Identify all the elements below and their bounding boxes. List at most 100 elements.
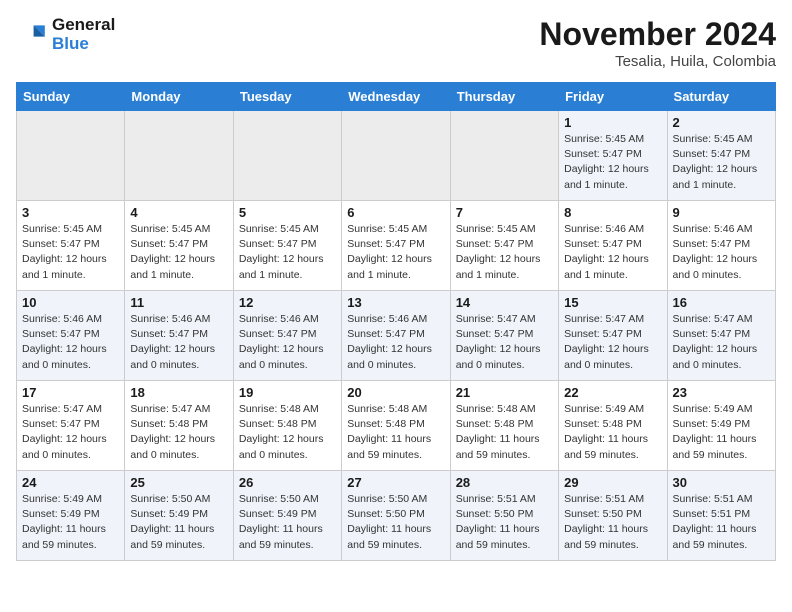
day-info: Sunrise: 5:47 AMSunset: 5:47 PMDaylight:… xyxy=(673,312,770,373)
calendar-day-cell: 6 Sunrise: 5:45 AMSunset: 5:47 PMDaylight… xyxy=(342,201,450,291)
calendar-day-cell: 12 Sunrise: 5:46 AMSunset: 5:47 PMDayligh… xyxy=(233,291,341,381)
day-number: 29 xyxy=(564,475,661,490)
weekday-header: Tuesday xyxy=(233,83,341,111)
logo: General Blue xyxy=(16,16,115,53)
day-info: Sunrise: 5:48 AMSunset: 5:48 PMDaylight:… xyxy=(347,402,444,463)
day-info: Sunrise: 5:47 AMSunset: 5:47 PMDaylight:… xyxy=(22,402,119,463)
day-number: 22 xyxy=(564,385,661,400)
calendar-day-cell: 5Sunrise: 5:45 AMSunset: 5:47 PMDaylight… xyxy=(233,201,341,291)
calendar-day-cell: 1Sunrise: 5:45 AMSunset: 5:47 PMDaylight… xyxy=(559,111,667,201)
day-number: 25 xyxy=(130,475,227,490)
day-number: 11 xyxy=(130,295,227,310)
calendar-day-cell xyxy=(450,111,558,201)
day-number: 7 xyxy=(456,205,553,220)
logo-line1: General xyxy=(52,16,115,35)
day-info: Sunrise: 5:45 AMSunset: 5:47 PMDaylight:… xyxy=(347,222,444,283)
calendar-day-cell: 3 Sunrise: 5:45 AMSunset: 5:47 PMDaylight… xyxy=(17,201,125,291)
calendar-week-row: 10 Sunrise: 5:46 AMSunset: 5:47 PMDayligh… xyxy=(17,291,776,381)
day-info: Sunrise: 5:51 AMSunset: 5:50 PMDaylight:… xyxy=(564,492,661,553)
calendar-day-cell: 20 Sunrise: 5:48 AMSunset: 5:48 PMDayligh… xyxy=(342,381,450,471)
day-info: Sunrise: 5:47 AMSunset: 5:47 PMDaylight:… xyxy=(456,312,553,373)
day-number: 18 xyxy=(130,385,227,400)
day-info: Sunrise: 5:46 AMSunset: 5:47 PMDaylight:… xyxy=(22,312,119,373)
calendar-day-cell: 7 Sunrise: 5:45 AMSunset: 5:47 PMDaylight… xyxy=(450,201,558,291)
day-number: 20 xyxy=(347,385,444,400)
day-info: Sunrise: 5:45 AMSunset: 5:47 PMDaylight:… xyxy=(456,222,553,283)
calendar-day-cell: 2Sunrise: 5:45 AMSunset: 5:47 PMDaylight… xyxy=(667,111,775,201)
day-number: 3 xyxy=(22,205,119,220)
day-number: 16 xyxy=(673,295,770,310)
day-number: 28 xyxy=(456,475,553,490)
logo-line2: Blue xyxy=(52,35,115,54)
calendar-day-cell: 23 Sunrise: 5:49 AMSunset: 5:49 PMDayligh… xyxy=(667,381,775,471)
day-info: Sunrise: 5:45 AMSunset: 5:47 PMDaylight:… xyxy=(564,132,661,193)
day-info: Sunrise: 5:46 AMSunset: 5:47 PMDaylight:… xyxy=(239,312,336,373)
day-info: Sunrise: 5:50 AMSunset: 5:49 PMDaylight:… xyxy=(130,492,227,553)
logo-icon xyxy=(16,19,48,51)
calendar-day-cell: 15Sunrise: 5:47 AMSunset: 5:47 PMDayligh… xyxy=(559,291,667,381)
calendar-week-row: 1Sunrise: 5:45 AMSunset: 5:47 PMDaylight… xyxy=(17,111,776,201)
calendar-day-cell: 8Sunrise: 5:46 AMSunset: 5:47 PMDaylight… xyxy=(559,201,667,291)
day-number: 14 xyxy=(456,295,553,310)
day-info: Sunrise: 5:45 AMSunset: 5:47 PMDaylight:… xyxy=(22,222,119,283)
day-number: 6 xyxy=(347,205,444,220)
calendar-day-cell xyxy=(125,111,233,201)
day-number: 17 xyxy=(22,385,119,400)
calendar-day-cell: 27 Sunrise: 5:50 AMSunset: 5:50 PMDayligh… xyxy=(342,471,450,561)
day-info: Sunrise: 5:50 AMSunset: 5:50 PMDaylight:… xyxy=(347,492,444,553)
calendar-week-row: 3 Sunrise: 5:45 AMSunset: 5:47 PMDaylight… xyxy=(17,201,776,291)
day-number: 23 xyxy=(673,385,770,400)
month-title: November 2024 xyxy=(539,16,776,53)
day-info: Sunrise: 5:49 AMSunset: 5:49 PMDaylight:… xyxy=(22,492,119,553)
day-number: 12 xyxy=(239,295,336,310)
title-block: November 2024 Tesalia, Huila, Colombia xyxy=(539,16,776,70)
weekday-header-row: SundayMondayTuesdayWednesdayThursdayFrid… xyxy=(17,83,776,111)
day-number: 27 xyxy=(347,475,444,490)
calendar-day-cell: 28Sunrise: 5:51 AMSunset: 5:50 PMDayligh… xyxy=(450,471,558,561)
day-info: Sunrise: 5:48 AMSunset: 5:48 PMDaylight:… xyxy=(456,402,553,463)
day-number: 21 xyxy=(456,385,553,400)
page-header: General Blue November 2024 Tesalia, Huil… xyxy=(16,16,776,70)
weekday-header: Saturday xyxy=(667,83,775,111)
calendar-week-row: 17 Sunrise: 5:47 AMSunset: 5:47 PMDayligh… xyxy=(17,381,776,471)
calendar-day-cell: 30 Sunrise: 5:51 AMSunset: 5:51 PMDayligh… xyxy=(667,471,775,561)
day-info: Sunrise: 5:49 AMSunset: 5:49 PMDaylight:… xyxy=(673,402,770,463)
calendar-day-cell: 10 Sunrise: 5:46 AMSunset: 5:47 PMDayligh… xyxy=(17,291,125,381)
calendar-week-row: 24 Sunrise: 5:49 AMSunset: 5:49 PMDayligh… xyxy=(17,471,776,561)
day-info: Sunrise: 5:51 AMSunset: 5:51 PMDaylight:… xyxy=(673,492,770,553)
calendar-day-cell: 24 Sunrise: 5:49 AMSunset: 5:49 PMDayligh… xyxy=(17,471,125,561)
day-number: 8 xyxy=(564,205,661,220)
day-info: Sunrise: 5:47 AMSunset: 5:48 PMDaylight:… xyxy=(130,402,227,463)
day-info: Sunrise: 5:45 AMSunset: 5:47 PMDaylight:… xyxy=(673,132,770,193)
day-number: 30 xyxy=(673,475,770,490)
weekday-header: Wednesday xyxy=(342,83,450,111)
calendar-day-cell: 22 Sunrise: 5:49 AMSunset: 5:48 PMDayligh… xyxy=(559,381,667,471)
calendar-day-cell: 9Sunrise: 5:46 AMSunset: 5:47 PMDaylight… xyxy=(667,201,775,291)
calendar-day-cell: 11 Sunrise: 5:46 AMSunset: 5:47 PMDayligh… xyxy=(125,291,233,381)
day-number: 26 xyxy=(239,475,336,490)
weekday-header: Sunday xyxy=(17,83,125,111)
calendar-table: SundayMondayTuesdayWednesdayThursdayFrid… xyxy=(16,82,776,561)
calendar-day-cell: 4Sunrise: 5:45 AMSunset: 5:47 PMDaylight… xyxy=(125,201,233,291)
calendar-day-cell: 17 Sunrise: 5:47 AMSunset: 5:47 PMDayligh… xyxy=(17,381,125,471)
day-info: Sunrise: 5:46 AMSunset: 5:47 PMDaylight:… xyxy=(673,222,770,283)
calendar-day-cell xyxy=(342,111,450,201)
day-info: Sunrise: 5:45 AMSunset: 5:47 PMDaylight:… xyxy=(239,222,336,283)
location-subtitle: Tesalia, Huila, Colombia xyxy=(539,53,776,70)
calendar-day-cell: 25 Sunrise: 5:50 AMSunset: 5:49 PMDayligh… xyxy=(125,471,233,561)
day-info: Sunrise: 5:49 AMSunset: 5:48 PMDaylight:… xyxy=(564,402,661,463)
calendar-day-cell: 29 Sunrise: 5:51 AMSunset: 5:50 PMDayligh… xyxy=(559,471,667,561)
calendar-day-cell: 18 Sunrise: 5:47 AMSunset: 5:48 PMDayligh… xyxy=(125,381,233,471)
day-number: 19 xyxy=(239,385,336,400)
calendar-day-cell: 14 Sunrise: 5:47 AMSunset: 5:47 PMDayligh… xyxy=(450,291,558,381)
day-number: 24 xyxy=(22,475,119,490)
calendar-day-cell: 13Sunrise: 5:46 AMSunset: 5:47 PMDayligh… xyxy=(342,291,450,381)
calendar-day-cell: 26Sunrise: 5:50 AMSunset: 5:49 PMDayligh… xyxy=(233,471,341,561)
weekday-header: Thursday xyxy=(450,83,558,111)
day-info: Sunrise: 5:47 AMSunset: 5:47 PMDaylight:… xyxy=(564,312,661,373)
day-info: Sunrise: 5:46 AMSunset: 5:47 PMDaylight:… xyxy=(130,312,227,373)
day-number: 10 xyxy=(22,295,119,310)
calendar-day-cell: 21 Sunrise: 5:48 AMSunset: 5:48 PMDayligh… xyxy=(450,381,558,471)
day-number: 4 xyxy=(130,205,227,220)
day-number: 13 xyxy=(347,295,444,310)
